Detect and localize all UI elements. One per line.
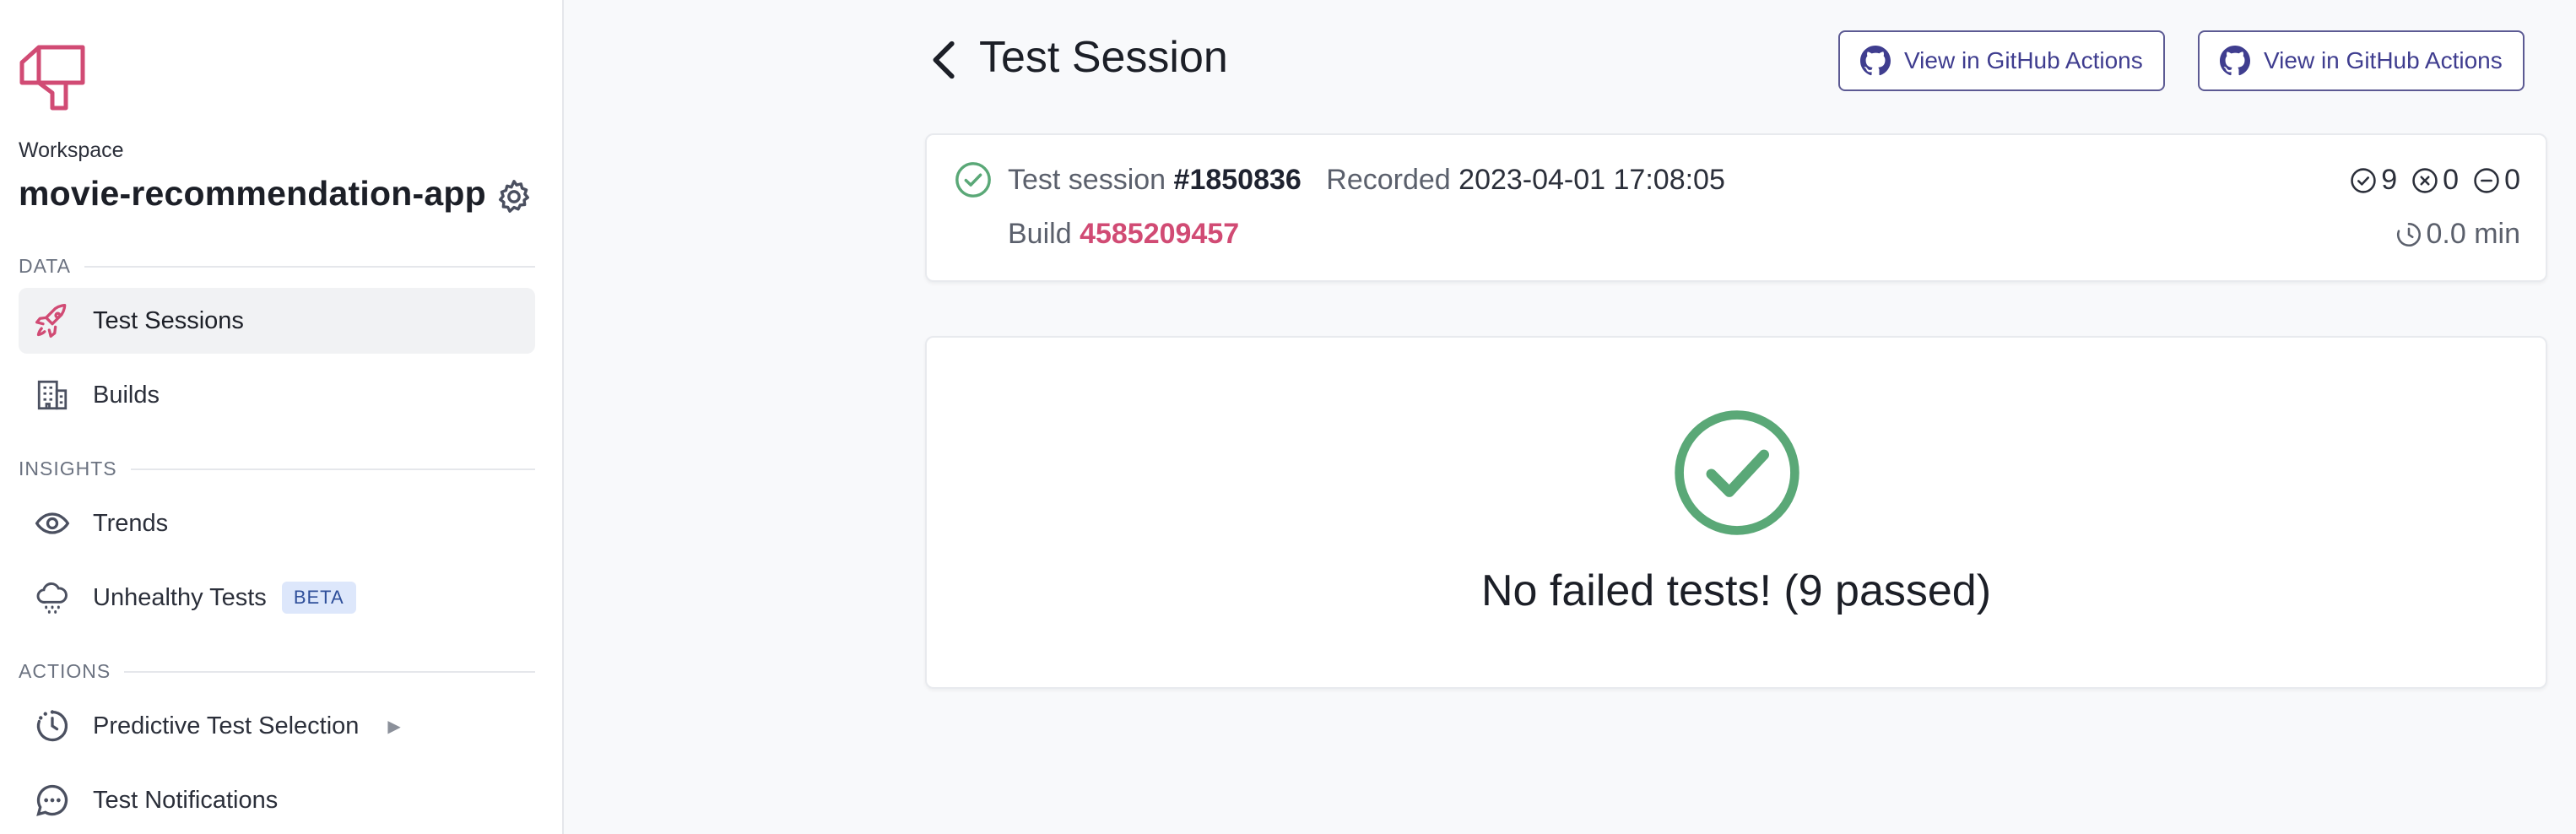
clock-icon bbox=[2396, 222, 2421, 246]
beta-badge: BETA bbox=[281, 582, 356, 614]
clock-icon bbox=[32, 706, 73, 746]
cloud-rain-icon bbox=[32, 577, 73, 618]
passed-count: 9 bbox=[2349, 164, 2397, 197]
duration-value: 0.0 min bbox=[2426, 218, 2521, 250]
sidebar-item-label: Trends bbox=[93, 509, 169, 537]
section-insights-label: INSIGHTS bbox=[19, 458, 117, 479]
failed-count-value: 0 bbox=[2443, 164, 2460, 196]
chat-bubble-icon bbox=[32, 780, 73, 820]
sidebar-item-label: Predictive Test Selection bbox=[93, 712, 360, 739]
session-label: Test session bbox=[1008, 164, 1166, 196]
session-summary-card: Test session #1850836 Recorded 2023-04-0… bbox=[925, 133, 2547, 282]
github-icon bbox=[1860, 46, 1891, 76]
sidebar-item-unhealthy-tests[interactable]: Unhealthy Tests BETA bbox=[19, 565, 535, 631]
sidebar-item-label: Unhealthy Tests bbox=[93, 583, 267, 611]
workspace-name: movie-recommendation-app bbox=[19, 174, 486, 213]
minus-circle-icon bbox=[2474, 167, 2499, 193]
sidebar-item-test-sessions[interactable]: Test Sessions bbox=[19, 288, 535, 354]
result-card: No failed tests! (9 passed) bbox=[925, 336, 2547, 689]
session-id: #1850836 bbox=[1173, 164, 1302, 196]
recorded-label: Recorded bbox=[1326, 164, 1451, 196]
button-label: View in GitHub Actions bbox=[2264, 47, 2503, 73]
button-label: View in GitHub Actions bbox=[1904, 47, 2143, 73]
session-duration: 0.0 min bbox=[2395, 218, 2521, 251]
result-message: No failed tests! (9 passed) bbox=[1480, 566, 1992, 615]
app-logo[interactable] bbox=[19, 44, 86, 111]
sidebar-item-label: Builds bbox=[93, 381, 160, 409]
failed-count: 0 bbox=[2411, 164, 2459, 197]
skipped-count-value: 0 bbox=[2504, 164, 2520, 196]
sidebar-item-label: Test Notifications bbox=[93, 786, 279, 814]
session-build: Build 4585209457 bbox=[1008, 218, 1239, 251]
rocket-icon bbox=[32, 301, 73, 341]
sidebar-item-trends[interactable]: Trends bbox=[19, 490, 535, 556]
sidebar: Workspace movie-recommendation-app DATA … bbox=[0, 0, 564, 834]
success-check-icon bbox=[1675, 410, 1799, 535]
sidebar-item-label: Test Sessions bbox=[93, 306, 244, 334]
test-counts: 9 0 0 bbox=[2335, 164, 2520, 197]
build-link[interactable]: 4585209457 bbox=[1080, 218, 1239, 250]
skipped-count: 0 bbox=[2472, 164, 2520, 197]
github-icon bbox=[2220, 46, 2250, 76]
recorded-timestamp: 2023-04-01 17:08:05 bbox=[1458, 164, 1725, 196]
back-arrow-icon[interactable] bbox=[928, 37, 962, 83]
build-label: Build bbox=[1008, 218, 1072, 250]
x-circle-icon bbox=[2412, 167, 2438, 193]
gear-icon[interactable] bbox=[495, 177, 533, 216]
section-data: DATA bbox=[19, 255, 535, 278]
eye-icon bbox=[32, 503, 73, 544]
workspace-label: Workspace bbox=[19, 138, 124, 162]
passed-check-icon bbox=[955, 162, 991, 198]
view-in-github-actions-button[interactable]: View in GitHub Actions bbox=[1838, 30, 2165, 91]
expand-caret-icon[interactable]: ▶ bbox=[387, 716, 400, 737]
section-insights: INSIGHTS bbox=[19, 458, 535, 480]
passed-count-value: 9 bbox=[2381, 164, 2398, 196]
section-data-label: DATA bbox=[19, 255, 71, 277]
section-actions: ACTIONS bbox=[19, 660, 535, 683]
sidebar-item-test-notifications[interactable]: Test Notifications bbox=[19, 767, 535, 833]
page-title: Test Session bbox=[979, 33, 1228, 82]
view-in-github-actions-button[interactable]: View in GitHub Actions bbox=[2198, 30, 2525, 91]
building-icon bbox=[32, 375, 73, 415]
main-content: Test Session View in GitHub Actions View… bbox=[566, 0, 2576, 834]
section-actions-label: ACTIONS bbox=[19, 660, 111, 682]
session-header: Test session #1850836 Recorded 2023-04-0… bbox=[1008, 164, 1725, 197]
sidebar-item-predictive-test-selection[interactable]: Predictive Test Selection ▶ bbox=[19, 693, 535, 759]
check-circle-icon bbox=[2351, 167, 2376, 193]
sidebar-item-builds[interactable]: Builds bbox=[19, 362, 535, 428]
